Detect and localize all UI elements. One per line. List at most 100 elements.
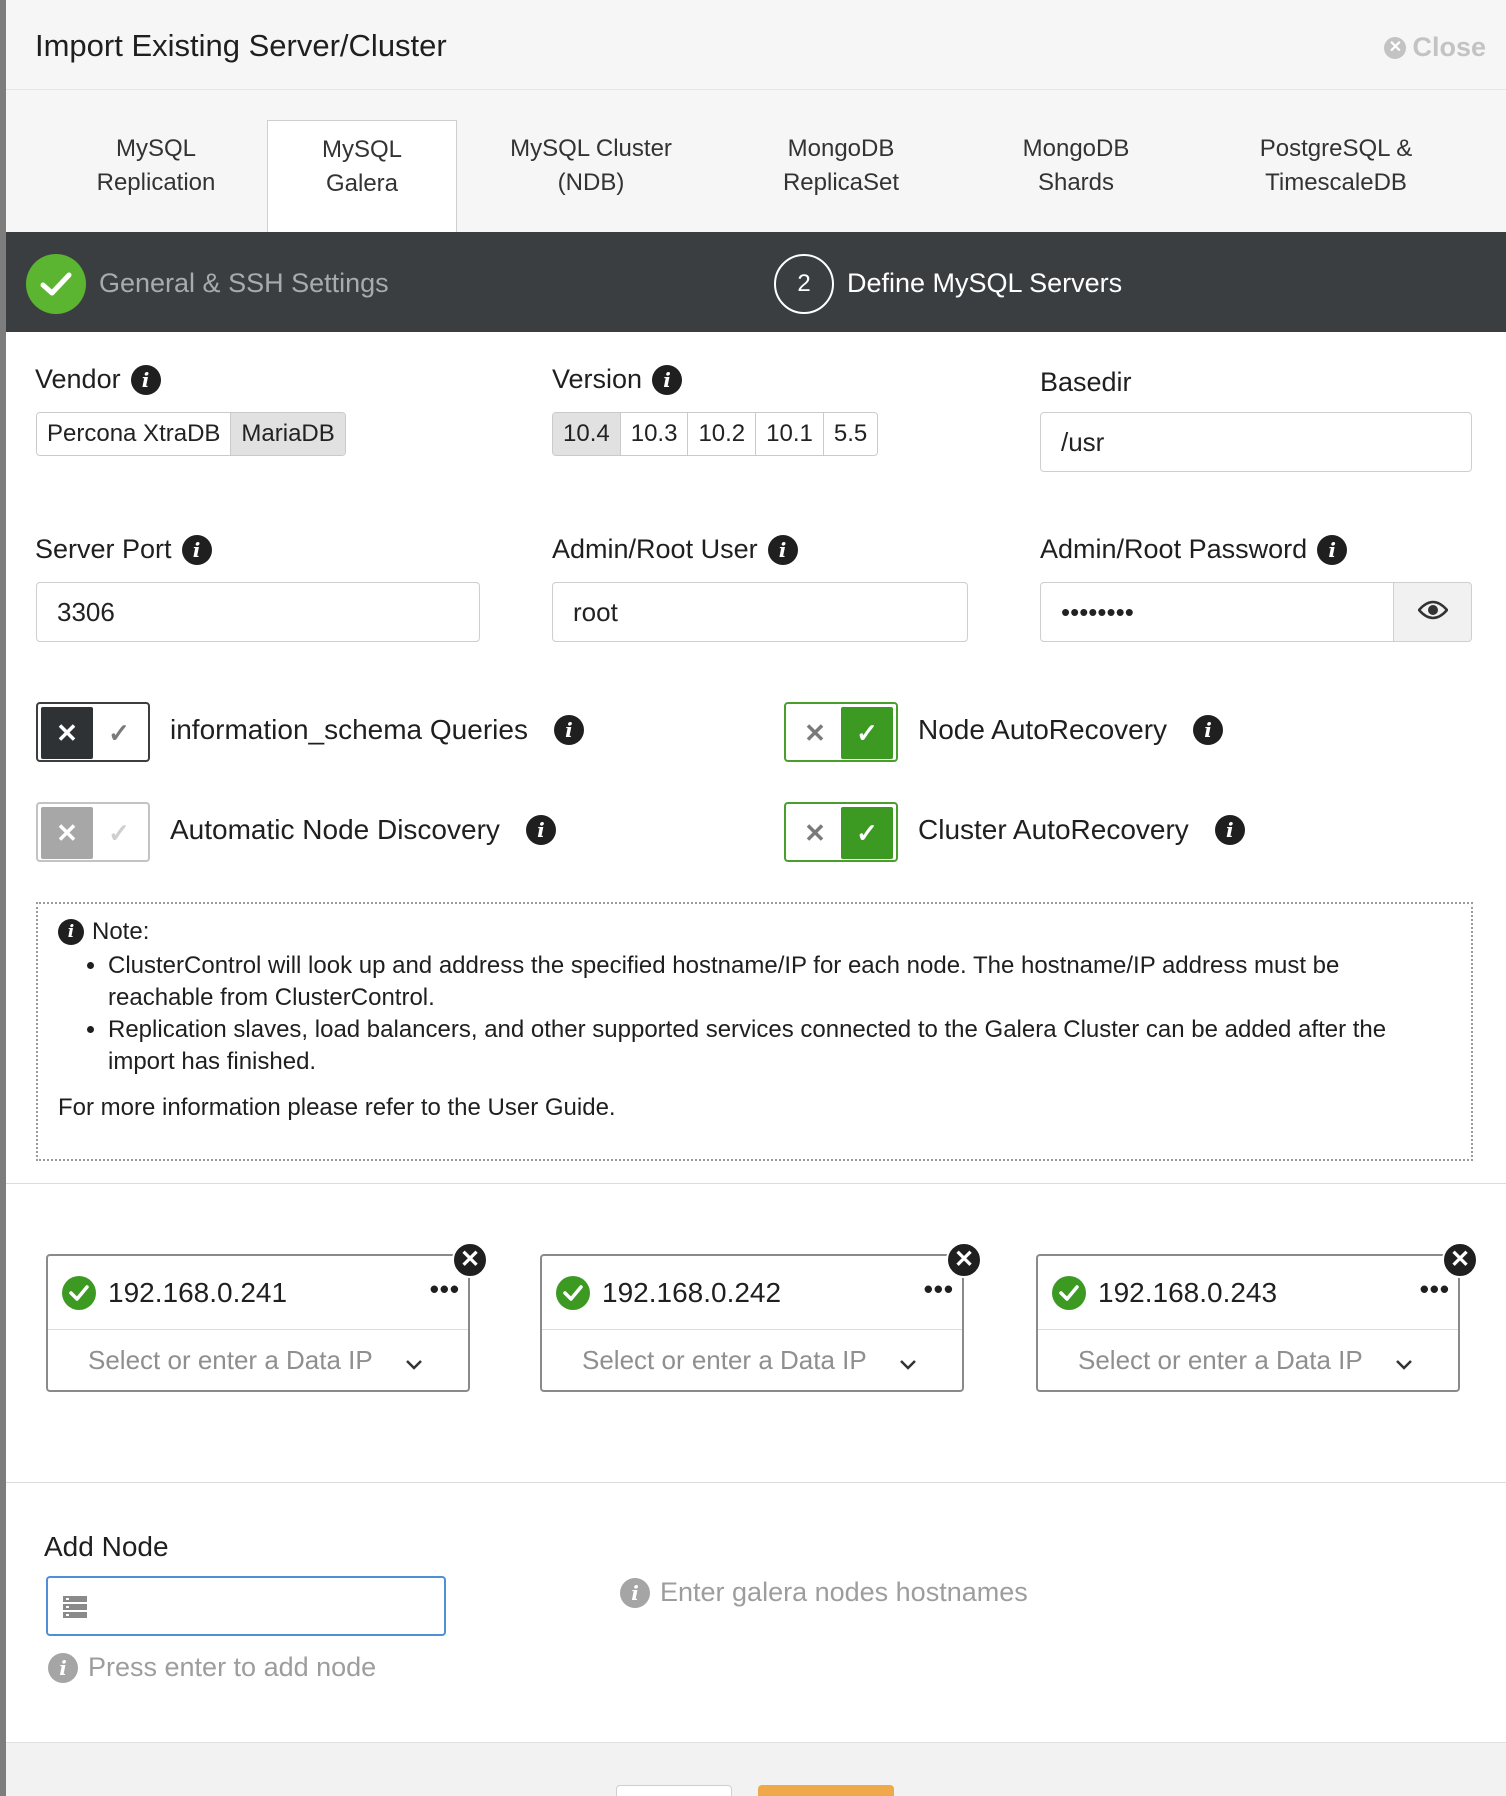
hostnames-hint-text: Enter galera nodes hostnames	[660, 1577, 1028, 1607]
data-ip-placeholder: Select or enter a Data IP	[582, 1344, 867, 1375]
info-icon[interactable]: i	[1317, 534, 1348, 565]
wizard-steps: General & SSH Settings 2 Define MySQL Se…	[6, 232, 1506, 332]
tab-mysql-galera[interactable]: MySQL Galera	[267, 120, 457, 232]
node-autorecovery-label-text: Node AutoRecovery	[918, 714, 1168, 745]
more-options-icon[interactable]: •••	[1420, 1274, 1450, 1305]
admin-user-label: Admin/Root User i	[552, 534, 798, 565]
info-icon[interactable]: i	[652, 364, 683, 395]
close-label: Close	[1412, 32, 1486, 62]
info-schema-label: information_schema Queries i	[170, 714, 584, 746]
info-icon: i	[58, 919, 84, 945]
add-node-hint-text: Press enter to add node	[88, 1652, 377, 1682]
toggle-x-icon: ✕	[804, 817, 826, 848]
data-ip-placeholder: Select or enter a Data IP	[1078, 1344, 1363, 1375]
eye-icon	[1416, 600, 1449, 625]
node-autorecovery-toggle[interactable]: ✕ ✓	[784, 702, 898, 762]
admin-password-label-text: Admin/Root Password	[1040, 534, 1308, 564]
show-password-button[interactable]	[1394, 582, 1472, 642]
info-icon[interactable]: i	[181, 534, 212, 565]
admin-user-input[interactable]: root	[552, 582, 968, 642]
tab-label: MySQL	[321, 136, 402, 163]
tab-mysql-replication[interactable]: MySQL Replication	[46, 120, 266, 232]
vendor-option-percona[interactable]: Percona XtraDB	[37, 413, 232, 455]
tab-mongodb-replicaset[interactable]: MongoDB ReplicaSet	[736, 120, 946, 232]
data-ip-select[interactable]: Select or enter a Data IP	[48, 1330, 468, 1390]
note-list: ClusterControl will look up and address …	[108, 950, 1451, 1078]
tab-label: ReplicaSet	[782, 169, 900, 196]
data-ip-select[interactable]: Select or enter a Data IP	[1038, 1330, 1458, 1390]
add-node-label: Add Node	[44, 1531, 169, 1562]
check-circle-icon	[62, 1275, 96, 1310]
server-port-label: Server Port i	[35, 534, 212, 565]
version-option[interactable]: 10.1	[756, 413, 824, 455]
more-options-icon[interactable]: •••	[924, 1274, 954, 1305]
toggle-x-icon: ✕	[804, 717, 826, 748]
vendor-label-text: Vendor	[35, 364, 121, 394]
step-number-badge: 2	[774, 254, 834, 314]
info-icon[interactable]: i	[130, 364, 161, 395]
version-selector: 10.4 10.3 10.2 10.1 5.5	[552, 412, 879, 456]
tab-label: Shards	[1037, 169, 1115, 196]
more-options-icon[interactable]: •••	[430, 1274, 460, 1305]
info-icon[interactable]: i	[767, 534, 798, 565]
tab-label: MongoDB	[787, 135, 895, 162]
info-icon[interactable]: i	[525, 815, 556, 845]
info-schema-label-text: information_schema Queries	[170, 714, 528, 745]
info-icon[interactable]: i	[553, 715, 584, 745]
vendor-option-mariadb[interactable]: MariaDB	[231, 413, 345, 455]
tab-label: MongoDB	[1022, 135, 1130, 162]
tab-label: Galera	[325, 170, 399, 197]
check-circle-icon	[556, 1275, 590, 1310]
remove-node-button[interactable]: ✕	[452, 1242, 488, 1278]
dialog-title: Import Existing Server/Cluster	[35, 28, 447, 63]
remove-node-button[interactable]: ✕	[946, 1242, 982, 1278]
node-ip: 192.168.0.242	[602, 1276, 782, 1308]
node-discovery-label-text: Automatic Node Discovery	[170, 814, 500, 845]
toggle-check-icon: ✓	[841, 707, 893, 759]
tab-label: Replication	[96, 169, 216, 196]
remove-node-button[interactable]: ✕	[1442, 1242, 1478, 1278]
chevron-down-icon	[1394, 1348, 1414, 1379]
admin-password-input[interactable]: ••••••••	[1040, 582, 1394, 642]
node-card: 192.168.0.243 ••• Select or enter a Data…	[1036, 1242, 1478, 1392]
cluster-autorecovery-toggle[interactable]: ✕ ✓	[784, 802, 898, 862]
divider	[6, 1183, 1506, 1184]
version-label-text: Version	[552, 364, 643, 394]
node-autorecovery-label: Node AutoRecovery i	[918, 714, 1224, 746]
node-card: 192.168.0.242 ••• Select or enter a Data…	[540, 1242, 982, 1392]
chevron-down-icon	[404, 1348, 424, 1379]
toggle-check-icon: ✓	[108, 817, 130, 848]
info-icon[interactable]: i	[1193, 715, 1224, 745]
note-heading-text: Note:	[92, 918, 150, 945]
toggle-check-icon: ✓	[108, 717, 130, 748]
tab-mongodb-shards[interactable]: MongoDB Shards	[976, 120, 1176, 232]
tab-mysql-cluster-ndb[interactable]: MySQL Cluster (NDB)	[476, 120, 706, 232]
add-node-hint: i Press enter to add node	[48, 1652, 376, 1683]
import-button[interactable]	[758, 1785, 894, 1796]
basedir-input[interactable]: /usr	[1040, 412, 1472, 472]
info-schema-toggle[interactable]: ✕ ✓	[36, 702, 150, 762]
server-port-input[interactable]: 3306	[36, 582, 480, 642]
data-ip-select[interactable]: Select or enter a Data IP	[542, 1330, 962, 1390]
close-button[interactable]: ✕ Close	[1384, 32, 1486, 63]
back-button[interactable]	[616, 1785, 732, 1796]
version-option[interactable]: 10.2	[688, 413, 757, 455]
note-heading: i Note:	[58, 916, 1451, 948]
step-general-ssh[interactable]: General & SSH Settings	[99, 268, 389, 299]
dialog-footer	[6, 1742, 1506, 1796]
info-icon: i	[620, 1577, 650, 1608]
admin-password-label: Admin/Root Password i	[1040, 534, 1348, 565]
add-node-input[interactable]	[46, 1576, 446, 1636]
tab-postgresql-timescaledb[interactable]: PostgreSQL & TimescaleDB	[1206, 120, 1466, 232]
tab-label: TimescaleDB	[1265, 169, 1407, 196]
node-discovery-toggle[interactable]: ✕ ✓	[36, 802, 150, 862]
version-option[interactable]: 5.5	[823, 413, 878, 455]
toggle-x-icon: ✕	[41, 807, 93, 859]
node-ip: 192.168.0.241	[108, 1276, 288, 1308]
version-option[interactable]: 10.4	[553, 413, 621, 455]
info-icon[interactable]: i	[1214, 815, 1245, 845]
node-ip: 192.168.0.243	[1098, 1276, 1278, 1308]
version-option[interactable]: 10.3	[620, 413, 689, 455]
admin-user-label-text: Admin/Root User	[552, 534, 758, 564]
close-icon: ✕	[1384, 36, 1407, 59]
